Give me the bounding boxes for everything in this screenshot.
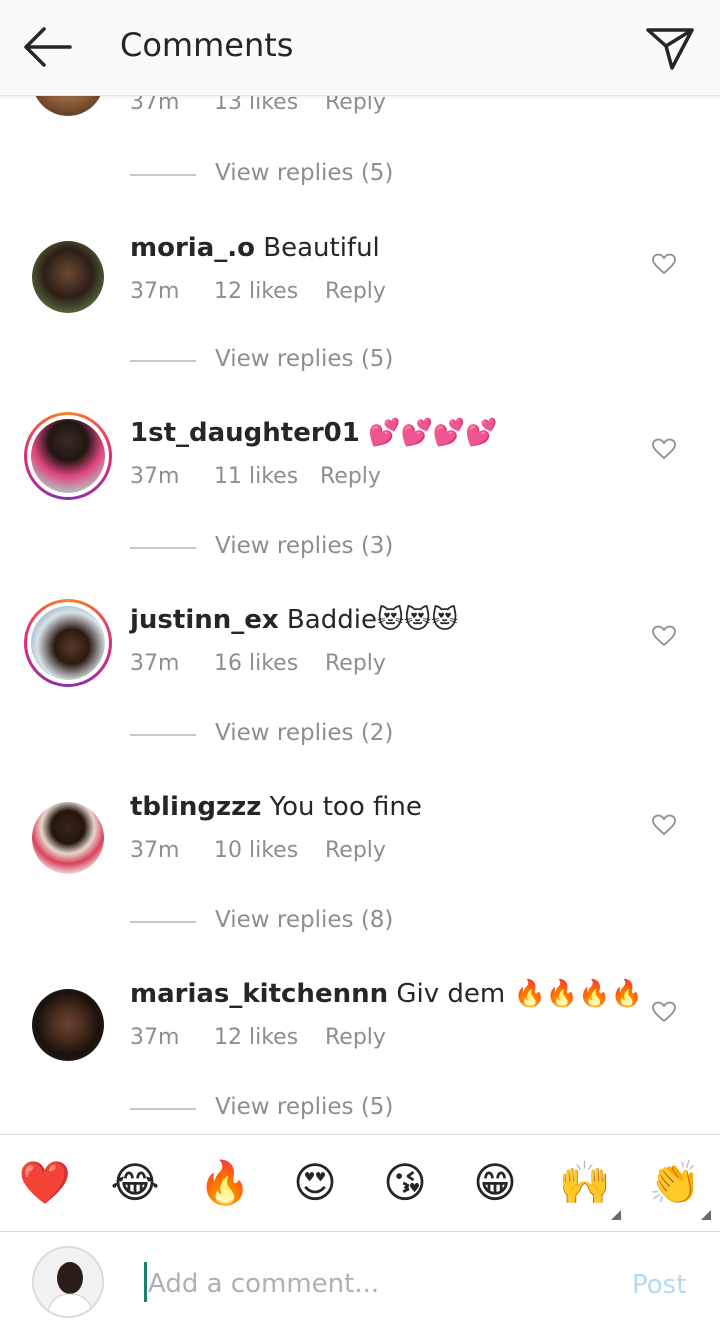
emoji-kiss[interactable]: 😘 (375, 1157, 435, 1209)
skin-tone-indicator-icon (611, 1210, 621, 1220)
comment-meta: 37m 10 likes Reply (130, 838, 530, 868)
comment-text: moria_.o Beautiful (130, 233, 380, 263)
comment-username[interactable]: moria_.o (130, 233, 255, 263)
comment-time: 37m (130, 838, 180, 863)
view-replies-button[interactable]: View replies (5) (130, 160, 430, 190)
view-replies-button[interactable]: View replies (3) (130, 533, 430, 563)
view-replies-button[interactable]: View replies (5) (130, 1094, 430, 1124)
user-photo (34, 1248, 102, 1316)
likes-count[interactable]: 10 likes (214, 838, 298, 863)
comment-list[interactable]: 37m 13 likes Reply View replies (5) mori… (0, 96, 720, 1134)
reply-button[interactable]: Reply (325, 838, 386, 863)
comment-text: tblingzzz You too fine (130, 792, 422, 822)
likes-count[interactable]: 12 likes (214, 279, 298, 304)
heart-icon[interactable] (652, 253, 676, 275)
reply-button[interactable]: Reply (325, 279, 386, 304)
avatar[interactable] (32, 96, 104, 116)
emoji-joy[interactable]: 😂 (105, 1157, 165, 1209)
divider (130, 360, 196, 362)
divider (130, 734, 196, 736)
comment-text: justinn_ex Baddie😻😻😻 (130, 605, 458, 635)
text-cursor (144, 1262, 147, 1302)
view-replies-label: View replies (5) (215, 346, 394, 372)
view-replies-button[interactable]: View replies (2) (130, 720, 430, 750)
header-bar: Comments (0, 0, 720, 96)
back-arrow-icon[interactable] (20, 24, 74, 70)
reply-button[interactable]: Reply (325, 96, 386, 115)
view-replies-button[interactable]: View replies (8) (130, 907, 430, 937)
view-replies-label: View replies (5) (215, 160, 394, 186)
emoji-fire[interactable]: 🔥 (195, 1157, 255, 1209)
comment-username[interactable]: tblingzzz (130, 792, 261, 822)
divider (130, 174, 196, 176)
comment-time: 37m (130, 464, 180, 489)
comment-body: Beautiful (254, 233, 380, 263)
comment-body: Giv dem 🔥🔥🔥🔥 (388, 979, 643, 1009)
comment-meta: 37m 13 likes Reply (130, 96, 530, 120)
emoji-raised-hands[interactable]: 🙌 (555, 1157, 615, 1209)
comment-input-bar: Post (0, 1232, 720, 1327)
comment-time: 37m (130, 1025, 180, 1050)
comment-input[interactable] (148, 1264, 588, 1304)
heart-icon[interactable] (652, 625, 676, 647)
page-title: Comments (120, 26, 294, 64)
emoji-heart-eyes[interactable]: 😍 (285, 1157, 345, 1209)
send-icon[interactable] (642, 22, 698, 72)
comment-meta: 37m 12 likes Reply (130, 279, 530, 309)
comment-text: marias_kitchennn Giv dem 🔥🔥🔥🔥 (130, 979, 643, 1009)
comment-text: 1st_daughter01 💕💕💕💕 (130, 418, 498, 448)
comment-item: moria_.o Beautiful 37m 12 likes Reply (0, 233, 720, 343)
avatar[interactable] (24, 794, 112, 882)
likes-count[interactable]: 16 likes (214, 651, 298, 676)
likes-count[interactable]: 13 likes (214, 96, 298, 115)
comment-item: marias_kitchennn Giv dem 🔥🔥🔥🔥 37m 12 lik… (0, 979, 720, 1091)
emoji-heart[interactable]: ❤️ (15, 1157, 75, 1209)
comment-time: 37m (130, 96, 180, 115)
view-replies-label: View replies (2) (215, 720, 394, 746)
comment-body: 💕💕💕💕 (359, 418, 498, 448)
view-replies-label: View replies (3) (215, 533, 394, 559)
comment-username[interactable]: marias_kitchennn (130, 979, 388, 1009)
divider (130, 547, 196, 549)
skin-tone-indicator-icon (701, 1210, 711, 1220)
comment-username[interactable]: 1st_daughter01 (130, 418, 360, 448)
emoji-clap[interactable]: 👏 (645, 1157, 705, 1209)
comment-item: 1st_daughter01 💕💕💕💕 37m 11 likes Reply (0, 412, 720, 522)
reply-button[interactable]: Reply (320, 464, 381, 489)
post-button[interactable]: Post (632, 1270, 686, 1300)
avatar-story-ring[interactable] (24, 412, 112, 500)
heart-icon[interactable] (652, 814, 676, 836)
comment-body: Baddie😻😻😻 (278, 605, 459, 635)
view-replies-label: View replies (5) (215, 1094, 394, 1120)
current-user-avatar (32, 1246, 104, 1318)
comment-meta: 37m 12 likes Reply (130, 1025, 530, 1055)
heart-icon[interactable] (652, 1001, 676, 1023)
avatar[interactable] (24, 233, 112, 321)
comment-body: You too fine (261, 792, 422, 822)
heart-icon[interactable] (652, 438, 676, 460)
comment-username[interactable]: justinn_ex (130, 605, 279, 635)
comment-time: 37m (130, 651, 180, 676)
comment-item: tblingzzz You too fine 37m 10 likes Repl… (0, 792, 720, 904)
emoji-quick-bar: ❤️ 😂 🔥 😍 😘 😁 🙌 👏 (0, 1134, 720, 1232)
likes-count[interactable]: 11 likes (214, 464, 298, 489)
emoji-grin[interactable]: 😁 (465, 1157, 525, 1209)
divider (130, 921, 196, 923)
reply-button[interactable]: Reply (325, 651, 386, 676)
comment-meta: 37m 16 likes Reply (130, 651, 530, 681)
divider (130, 1108, 196, 1110)
comment-meta: 37m 11 likes Reply (130, 464, 530, 494)
view-replies-label: View replies (8) (215, 907, 394, 933)
avatar-story-ring[interactable] (24, 599, 112, 687)
view-replies-button[interactable]: View replies (5) (130, 346, 430, 376)
comment-item: justinn_ex Baddie😻😻😻 37m 16 likes Reply (0, 599, 720, 709)
avatar[interactable] (24, 981, 112, 1069)
likes-count[interactable]: 12 likes (214, 1025, 298, 1050)
comment-time: 37m (130, 279, 180, 304)
reply-button[interactable]: Reply (325, 1025, 386, 1050)
